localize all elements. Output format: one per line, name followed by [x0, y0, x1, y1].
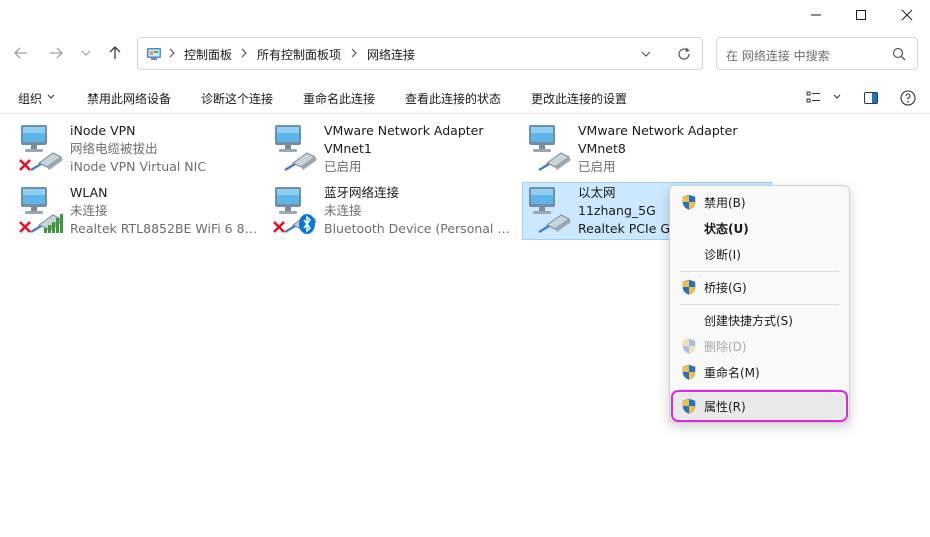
connection-device: 已启用: [324, 159, 362, 174]
network-adapter-icon: [527, 123, 573, 172]
menu-item-properties[interactable]: 属性(R): [671, 390, 848, 422]
chevron-right-icon[interactable]: [350, 47, 358, 59]
menu-item-label: 桥接(G): [704, 281, 747, 295]
menu-item-rename[interactable]: 重命名(M): [674, 359, 845, 385]
connection-status: 未连接: [324, 203, 362, 218]
search-input[interactable]: 在 网络连接 中搜索: [716, 37, 918, 70]
chevron-down-icon[interactable]: [833, 94, 841, 100]
network-adapter-icon: [19, 123, 65, 172]
connection-item-vmnet8[interactable]: VMware Network Adapter VMnet8 已启用: [523, 121, 773, 179]
view-status-button[interactable]: 查看此连接的状态: [405, 90, 501, 107]
connection-device: 已启用: [578, 159, 616, 174]
preview-pane-icon[interactable]: [863, 90, 879, 106]
connection-status: VMnet1: [324, 141, 372, 156]
chevron-right-icon[interactable]: [240, 47, 248, 59]
breadcrumb-all-items[interactable]: 所有控制面板项: [257, 46, 341, 63]
menu-separator: [680, 271, 839, 272]
disable-device-button[interactable]: 禁用此网络设备: [87, 90, 171, 107]
connection-item-inode-vpn[interactable]: iNode VPN 网络电缆被拔出 iNode VPN Virtual NIC: [15, 121, 265, 179]
red-x-icon: [273, 221, 285, 233]
uac-shield-icon: [682, 398, 696, 414]
network-adapter-icon: [273, 185, 319, 234]
network-adapter-icon: [527, 185, 573, 234]
menu-item-diagnose[interactable]: 诊断(I): [674, 241, 845, 267]
menu-item-label: 重命名(M): [704, 366, 760, 380]
network-adapter-icon: [273, 123, 319, 172]
connection-device: Realtek RTL8852BE WiFi 6 802....: [70, 221, 262, 236]
breadcrumb-network-connections[interactable]: 网络连接: [367, 46, 415, 63]
back-arrow-icon[interactable]: [7, 38, 35, 68]
chevron-right-icon: [169, 48, 175, 58]
close-icon[interactable]: [884, 0, 930, 30]
menu-item-delete[interactable]: 删除(D): [674, 333, 845, 359]
forward-arrow-icon[interactable]: [42, 38, 70, 68]
connection-status: 未连接: [70, 203, 108, 218]
menu-item-label: 属性(R): [704, 400, 746, 414]
menu-item-label: 诊断(I): [704, 248, 741, 262]
rename-button[interactable]: 重命名此连接: [303, 90, 375, 107]
search-icon[interactable]: [891, 46, 907, 62]
recent-dropdown-icon[interactable]: [72, 38, 100, 68]
uac-shield-icon: [682, 194, 696, 210]
connection-device: iNode VPN Virtual NIC: [70, 159, 207, 174]
search-placeholder: 在 网络连接 中搜索: [726, 49, 830, 63]
uac-shield-icon: [682, 338, 696, 354]
context-menu: 禁用(B) 状态(U) 诊断(I) 桥接(G) 创建快捷方式(S) 删除(D) …: [669, 185, 850, 423]
minimize-icon[interactable]: [793, 0, 839, 30]
menu-item-create-shortcut[interactable]: 创建快捷方式(S): [674, 307, 845, 333]
chevron-down-icon[interactable]: [47, 94, 55, 100]
maximize-icon[interactable]: [838, 0, 884, 30]
refresh-icon[interactable]: [676, 46, 692, 62]
red-x-icon: [19, 221, 31, 233]
menu-item-label: 删除(D): [704, 340, 747, 354]
command-bar: 组织 禁用此网络设备 诊断这个连接 重命名此连接 查看此连接的状态 更改此连接的…: [0, 82, 930, 114]
menu-item-label: 创建快捷方式(S): [704, 314, 793, 328]
title-bar: [0, 0, 930, 30]
connection-name: VMware Network Adapter: [578, 123, 738, 138]
menu-item-label: 状态(U): [704, 222, 749, 236]
menu-item-label: 禁用(B): [704, 196, 746, 210]
uac-shield-icon: [682, 279, 696, 295]
connection-status: 网络电缆被拔出: [70, 141, 158, 156]
connection-item-bluetooth[interactable]: 蓝牙网络连接 未连接 Bluetooth Device (Personal Ar…: [269, 183, 519, 241]
uac-shield-icon: [682, 364, 696, 380]
diagnose-button[interactable]: 诊断这个连接: [201, 90, 273, 107]
connection-name: VMware Network Adapter: [324, 123, 484, 138]
chevron-down-icon[interactable]: [638, 46, 654, 62]
red-x-icon: [19, 159, 31, 171]
control-panel-icon: [147, 48, 161, 60]
menu-item-bridge[interactable]: 桥接(G): [674, 274, 845, 300]
connection-item-wlan[interactable]: WLAN 未连接 Realtek RTL8852BE WiFi 6 802...…: [15, 183, 265, 241]
connection-name: WLAN: [70, 185, 108, 200]
network-adapter-icon: [19, 185, 65, 234]
up-arrow-icon[interactable]: [101, 38, 129, 68]
menu-item-status[interactable]: 状态(U): [674, 215, 845, 241]
address-bar[interactable]: 控制面板 所有控制面板项 网络连接: [137, 37, 703, 70]
bluetooth-icon: [299, 214, 315, 234]
menu-separator: [680, 304, 839, 305]
organize-button[interactable]: 组织: [18, 90, 42, 107]
connection-status: VMnet8: [578, 141, 626, 156]
connection-name: iNode VPN: [70, 123, 136, 138]
connection-device: Bluetooth Device (Personal Ar...: [324, 221, 516, 236]
connection-item-vmnet1[interactable]: VMware Network Adapter VMnet1 已启用: [269, 121, 519, 179]
breadcrumb-control-panel[interactable]: 控制面板: [184, 46, 232, 63]
change-settings-button[interactable]: 更改此连接的设置: [531, 90, 627, 107]
connection-name: 蓝牙网络连接: [324, 185, 400, 200]
help-icon[interactable]: [899, 89, 917, 107]
menu-item-disable[interactable]: 禁用(B): [674, 189, 845, 215]
view-options-icon[interactable]: [806, 90, 824, 106]
menu-separator: [680, 389, 839, 390]
